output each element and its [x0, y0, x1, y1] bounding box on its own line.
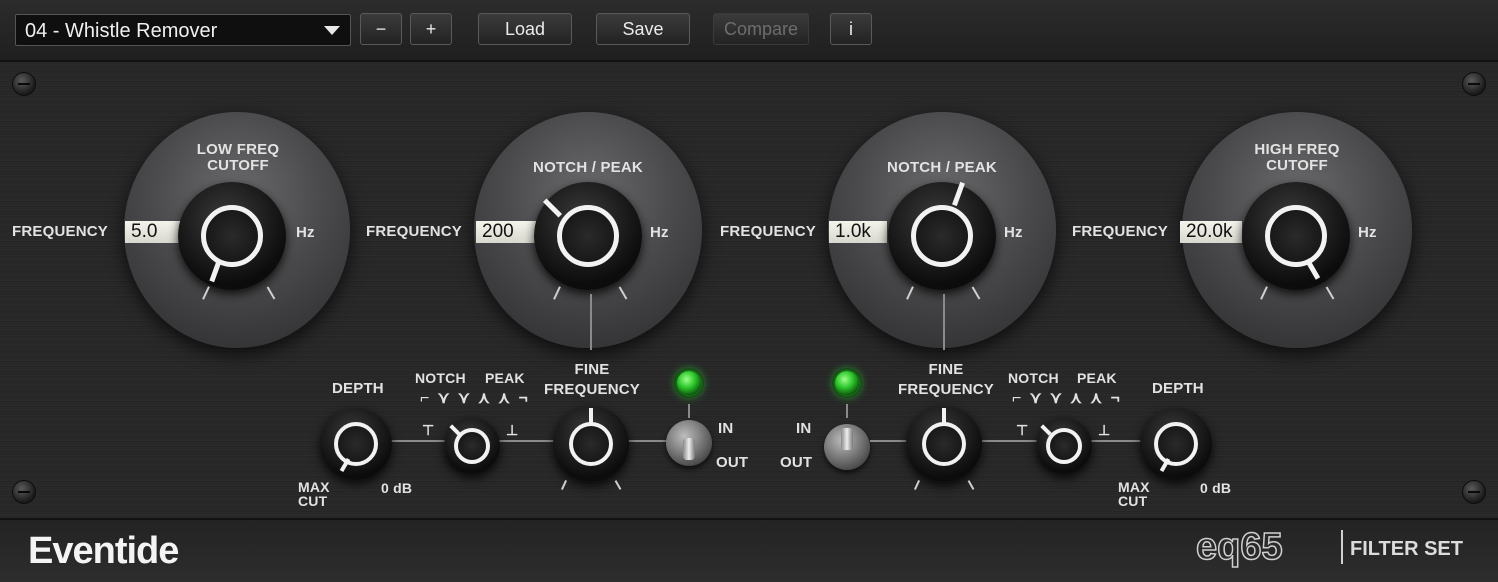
- preset-name: 04 - Whistle Remover: [25, 20, 218, 42]
- knob-ring: [334, 422, 378, 466]
- footer: Eventide eq65 FILTER SET: [0, 518, 1498, 582]
- connector-line: [590, 294, 592, 350]
- notch2-out-label: OUT: [780, 454, 813, 471]
- knob-ring: [557, 205, 619, 267]
- connector-line: [498, 440, 556, 442]
- low-cut-frequency-value[interactable]: 5.0: [125, 221, 183, 243]
- product-logo: eq65: [1195, 525, 1283, 569]
- screw-icon: [1462, 72, 1486, 96]
- connector-line: [982, 440, 1038, 442]
- brand-logo: Eventide: [28, 530, 179, 572]
- knob-pointer: [942, 408, 946, 424]
- notch1-max-cut-label: MAX CUT: [298, 479, 330, 509]
- chevron-down-icon[interactable]: [324, 26, 340, 35]
- notch1-frequency-label: FREQUENCY: [366, 223, 462, 240]
- knob-ring: [911, 205, 973, 267]
- knob-pointer: [589, 408, 593, 424]
- next-preset-button[interactable]: +: [410, 13, 452, 45]
- notch1-out-label: OUT: [716, 454, 749, 471]
- connector-line: [688, 404, 690, 418]
- connector-line: [1090, 440, 1142, 442]
- notch1-title: NOTCH / PEAK: [533, 159, 643, 176]
- notch1-unit: Hz: [650, 224, 669, 241]
- divider: [1341, 530, 1343, 564]
- connector-line: [846, 404, 848, 418]
- low-cut-unit: Hz: [296, 224, 315, 241]
- screw-icon: [12, 480, 36, 504]
- notch1-zero-db-label: 0 dB: [381, 480, 413, 496]
- notch2-fine-frequency-label: FINE FREQUENCY: [898, 361, 994, 398]
- plugin-panel: LOW FREQ CUTOFF FREQUENCY 5.0 Hz NOTCH /…: [0, 62, 1498, 518]
- knob-ring: [922, 422, 966, 466]
- notch2-depth-label: DEPTH: [1152, 380, 1204, 397]
- notch1-notch-label: NOTCH: [415, 370, 466, 386]
- toggle-bat: [841, 428, 853, 450]
- notch1-peak-label: PEAK: [485, 370, 525, 386]
- notch1-fine-frequency-label: FINE FREQUENCY: [544, 361, 640, 398]
- connector-line: [943, 294, 945, 350]
- save-button[interactable]: Save: [596, 13, 690, 45]
- knob-ring: [1265, 205, 1327, 267]
- high-cut-frequency-value[interactable]: 20.0k: [1180, 221, 1242, 243]
- connector-line: [390, 440, 446, 442]
- knob-ring: [201, 205, 263, 267]
- dial-tick: [913, 480, 921, 490]
- knob-ring: [569, 422, 613, 466]
- info-button[interactable]: i: [830, 13, 872, 45]
- knob-ring: [1154, 422, 1198, 466]
- notch1-in-out-toggle[interactable]: [666, 420, 712, 466]
- notch1-frequency-value[interactable]: 200: [476, 221, 536, 243]
- notch1-ceil-icon: ⊥: [506, 422, 519, 438]
- high-cut-title: HIGH FREQ CUTOFF: [1254, 141, 1340, 174]
- notch2-floor-icon: ⊤: [1016, 422, 1029, 438]
- toolbar: 04 - Whistle Remover − + Load Save Compa…: [0, 0, 1498, 62]
- notch2-frequency-value[interactable]: 1.0k: [829, 221, 887, 243]
- connector-line: [870, 440, 910, 442]
- notch1-status-led-icon: [677, 371, 701, 395]
- dial-tick: [967, 480, 975, 490]
- low-cut-title: LOW FREQ CUTOFF: [196, 141, 280, 174]
- notch1-floor-icon: ⊤: [422, 422, 435, 438]
- notch2-unit: Hz: [1004, 224, 1023, 241]
- dial-tick: [560, 480, 568, 490]
- notch2-zero-db-label: 0 dB: [1200, 480, 1232, 496]
- notch2-title: NOTCH / PEAK: [887, 159, 997, 176]
- notch2-frequency-label: FREQUENCY: [720, 223, 816, 240]
- notch2-in-label: IN: [796, 420, 812, 437]
- low-cut-frequency-label: FREQUENCY: [12, 223, 108, 240]
- previous-preset-button[interactable]: −: [360, 13, 402, 45]
- notch2-max-cut-label: MAX CUT: [1118, 479, 1150, 509]
- notch2-shape-icons: ⌐ ⋎ ⋎ ⋏ ⋏ ¬: [1012, 390, 1122, 407]
- notch1-depth-label: DEPTH: [332, 380, 384, 397]
- notch1-in-label: IN: [718, 420, 734, 437]
- notch2-in-out-toggle[interactable]: [824, 424, 870, 470]
- toggle-bat: [683, 438, 695, 460]
- preset-dropdown[interactable]: 04 - Whistle Remover: [15, 14, 351, 46]
- screw-icon: [12, 72, 36, 96]
- high-cut-frequency-label: FREQUENCY: [1072, 223, 1168, 240]
- knob-ring: [1046, 428, 1082, 464]
- dial-tick: [614, 480, 622, 490]
- connector-line: [628, 440, 668, 442]
- notch2-notch-label: NOTCH: [1008, 370, 1059, 386]
- screw-icon: [1462, 480, 1486, 504]
- compare-button[interactable]: Compare: [713, 13, 809, 45]
- notch2-peak-label: PEAK: [1077, 370, 1117, 386]
- notch1-shape-icons: ⌐ ⋎ ⋎ ⋏ ⋏ ¬: [420, 390, 530, 407]
- load-button[interactable]: Load: [478, 13, 572, 45]
- high-cut-unit: Hz: [1358, 224, 1377, 241]
- notch2-status-led-icon: [835, 371, 859, 395]
- notch2-ceil-icon: ⊥: [1098, 422, 1111, 438]
- product-suffix: FILTER SET: [1350, 538, 1463, 560]
